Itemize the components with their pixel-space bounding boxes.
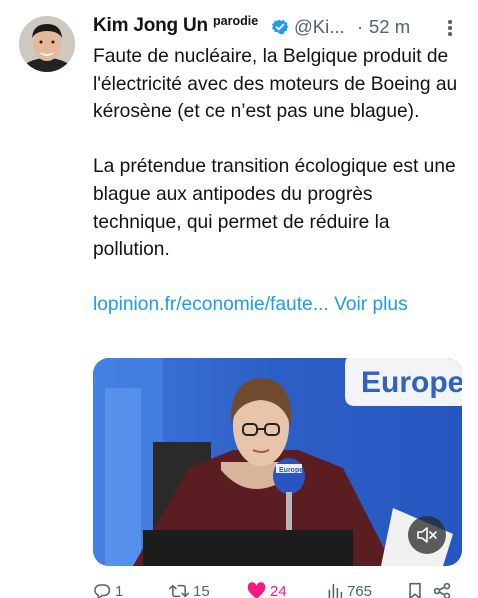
tweet-link-line: lopinion.fr/economie/faute... Voir plus [93,291,463,319]
view-count: 765 [347,582,373,598]
verified-badge-icon [270,17,290,37]
tweet-paragraph-1: Faute de nucléaire, la Belgique produit … [93,46,458,123]
like-count: 24 [270,582,287,598]
reply-button[interactable]: 1 [93,580,123,598]
author-name[interactable]: Kim Jong Un [93,15,208,37]
retweet-count: 15 [193,582,210,598]
reply-icon [94,584,111,598]
share-button[interactable] [433,580,451,598]
mute-button[interactable] [408,516,446,554]
bookmark-button[interactable] [407,580,423,598]
action-bar: 1 15 24 765 [93,580,463,598]
retweet-icon [169,584,189,598]
bookmark-icon [409,582,421,598]
tweet-text: Faute de nucléaire, la Belgique produit … [93,43,463,347]
author-handle[interactable]: @Ki... [294,16,345,38]
heart-icon [247,582,266,598]
avatar[interactable] [19,16,75,72]
tweet: Kim Jong Un parodie @Ki... · 52 m Faute … [0,0,478,598]
speaker-muted-icon [417,527,437,543]
tweet-header: Kim Jong Un parodie @Ki... · 52 m [93,14,473,40]
video-player[interactable]: Europe Europe [93,358,462,566]
video-frame: Europe Europe [93,358,462,566]
share-icon [433,582,451,598]
mic-flag-text: Europe [279,467,303,474]
avatar-image [19,16,75,72]
article-link[interactable]: lopinion.fr/economie/faute... [93,294,329,315]
header-separator: · [357,16,364,37]
studio-sign-text: Europe [361,366,462,399]
parody-label: parodie [213,14,259,28]
more-options-icon[interactable] [443,18,457,38]
views-button[interactable]: 765 [327,580,372,598]
retweet-button[interactable]: 15 [169,580,210,598]
views-chart-icon [328,583,343,598]
reply-count: 1 [115,582,124,598]
tweet-time[interactable]: 52 m [369,16,410,38]
like-button[interactable]: 24 [247,580,287,598]
see-more-link[interactable]: Voir plus [334,294,408,315]
tweet-paragraph-2: La prétendue transition écologique est u… [93,156,456,261]
